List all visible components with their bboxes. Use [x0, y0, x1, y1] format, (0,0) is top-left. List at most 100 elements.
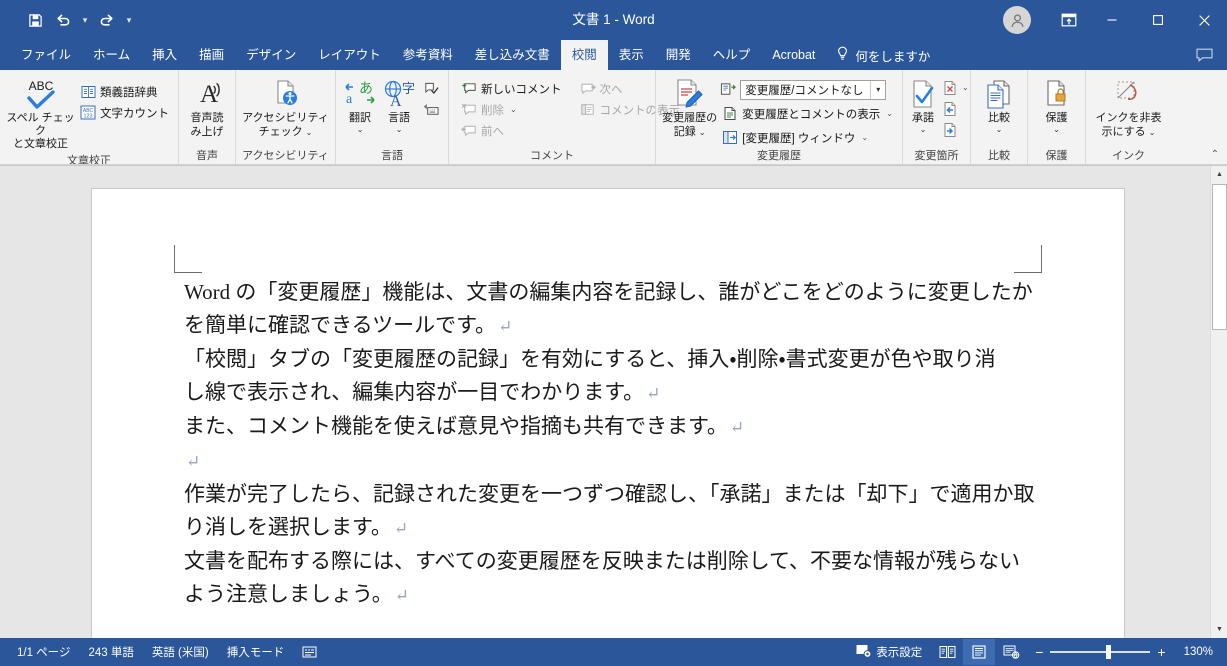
accept-button[interactable]: 承諾 ⌄ [908, 75, 938, 136]
next-change-icon [942, 122, 958, 138]
ribbon: ABC スペル チェック と文章校正 類義語辞典 ABC 123 文字カウント … [0, 70, 1227, 165]
chevron-down-icon[interactable]: ⌄ [962, 83, 969, 92]
scroll-up-icon[interactable]: ▲ [1211, 166, 1227, 183]
show-markup-button[interactable]: 変更履歴とコメントの表示 ⌄ [718, 103, 897, 124]
tab-review[interactable]: 校閲 [560, 40, 608, 70]
lightbulb-icon [836, 46, 849, 64]
account-avatar[interactable] [1003, 6, 1031, 34]
undo-dropdown-icon[interactable]: ▾ [78, 7, 92, 33]
comments-pane-icon[interactable] [1196, 40, 1213, 70]
hide-ink-button[interactable]: インクを非表 示にする ⌄ [1091, 75, 1166, 140]
ribbon-group-label-ink: インク [1112, 150, 1145, 162]
translate-button[interactable]: a あ 翻訳 ⌄ [341, 75, 379, 136]
word-count-button[interactable]: ABC 123 文字カウント [76, 102, 173, 123]
check-language-icon [423, 81, 439, 97]
check-accessibility-button[interactable]: アクセシビリティ チェック ⌄ [241, 75, 330, 140]
zoom-out-button[interactable]: − [1035, 645, 1043, 659]
zoom-slider[interactable]: − + [1027, 645, 1173, 659]
ribbon-group-label-language: 言語 [381, 150, 403, 162]
ribbon-group-accessibility: アクセシビリティ チェック ⌄ アクセシビリティ [235, 70, 335, 164]
zoom-level-label[interactable]: 130% [1174, 646, 1219, 658]
tab-mailings[interactable]: 差し込み文書 [464, 40, 561, 70]
collapse-ribbon-icon[interactable]: ⌃ [1207, 146, 1223, 162]
read-aloud-button[interactable]: A 音声読 み上げ [184, 75, 230, 140]
document-page[interactable]: Word の「変更履歴」機能は、文書の編集内容を記録し、誰がどこをどのように変更… [92, 189, 1124, 638]
tab-home[interactable]: ホーム [82, 40, 141, 70]
tab-help[interactable]: ヘルプ [702, 40, 762, 70]
track-changes-icon [673, 77, 707, 111]
tab-view[interactable]: 表示 [608, 40, 655, 70]
chevron-down-icon[interactable]: ▾ [870, 80, 885, 99]
read-mode-button[interactable] [931, 639, 963, 665]
ribbon-group-label-protect: 保護 [1045, 150, 1068, 162]
scroll-down-icon[interactable]: ▼ [1211, 621, 1227, 638]
tab-developer[interactable]: 開発 [655, 40, 702, 70]
next-change-button[interactable] [938, 119, 973, 140]
zoom-track[interactable] [1050, 645, 1151, 659]
read-aloud-label-line1: 音声読 [190, 112, 224, 124]
hide-ink-label-line1: インクを非表 [1095, 112, 1162, 124]
show-comments-icon [580, 102, 596, 118]
protect-label: 保護 [1045, 112, 1068, 124]
set-language-button[interactable] [419, 99, 443, 120]
close-button[interactable] [1181, 0, 1227, 40]
tab-acrobat[interactable]: Acrobat [761, 40, 826, 70]
check-language-button[interactable] [419, 78, 443, 99]
tab-design[interactable]: デザイン [235, 40, 307, 70]
tab-file[interactable]: ファイル [10, 40, 82, 70]
thesaurus-label: 類義語辞典 [100, 86, 158, 99]
tell-me-box[interactable]: 何をしますか [826, 40, 940, 70]
ribbon-group-proofing: ABC スペル チェック と文章校正 類義語辞典 ABC 123 文字カウント … [0, 70, 178, 165]
spelling-and-grammar-button[interactable]: ABC スペル チェック と文章校正 [5, 75, 76, 153]
save-icon[interactable] [22, 7, 48, 33]
chevron-down-icon: ⌄ [1148, 127, 1156, 137]
proofing-status-icon[interactable] [293, 645, 326, 659]
track-changes-button[interactable]: 変更履歴の 記録 ⌄ [661, 75, 718, 140]
tab-layout[interactable]: レイアウト [307, 40, 392, 70]
vertical-scrollbar[interactable]: ▲ ▼ [1210, 166, 1227, 638]
maximize-button[interactable] [1135, 0, 1181, 40]
reject-button[interactable]: ⌄ [938, 77, 973, 98]
page-number-status[interactable]: 1/1 ページ [8, 644, 79, 660]
previous-comment-button[interactable]: 前へ [457, 120, 566, 141]
accessibility-check-icon [270, 77, 302, 111]
display-settings-button[interactable]: 表示設定 [847, 644, 931, 661]
customize-qat-icon[interactable]: ▾ [122, 7, 136, 33]
protect-button[interactable]: 保護 ⌄ [1033, 75, 1080, 136]
display-for-review-combo[interactable]: 変更履歴/コメントなし ▾ [740, 79, 887, 100]
document-line: 「校閲」タブの「変更履歴の記録」を有効にすると、挿入・削除・書式変更が色や取り消 [184, 347, 996, 371]
previous-change-button[interactable] [938, 98, 973, 119]
ribbon-display-options-icon[interactable] [1049, 0, 1089, 40]
tab-references[interactable]: 参考資料 [392, 40, 464, 70]
accept-icon [909, 77, 937, 111]
language-button[interactable]: A 字 言語 ⌄ [379, 75, 419, 136]
compare-button[interactable]: 比較 ⌄ [976, 75, 1022, 136]
tell-me-label: 何をしますか [855, 49, 931, 64]
thesaurus-button[interactable]: 類義語辞典 [76, 81, 173, 102]
document-line: また、コメント機能を使えば意見や指摘も共有できます。 ↵ [184, 414, 745, 438]
minimize-button[interactable] [1089, 0, 1135, 40]
print-layout-button[interactable] [963, 639, 996, 665]
new-comment-button[interactable]: 新しいコメント [457, 78, 566, 99]
hide-ink-label-line2: 示にする ⌄ [1101, 125, 1156, 138]
reviewing-pane-button[interactable]: [変更履歴] ウィンドウ ⌄ [718, 127, 897, 148]
web-layout-button[interactable] [995, 639, 1027, 665]
undo-icon[interactable] [50, 7, 76, 33]
document-text[interactable]: Word の「変更履歴」機能は、文書の編集内容を記録し、誰がどこをどのように変更… [184, 276, 1042, 612]
redo-icon[interactable] [94, 7, 120, 33]
zoom-in-button[interactable]: + [1157, 645, 1165, 659]
delete-comment-button[interactable]: 削除 ⌄ [457, 99, 566, 120]
insert-mode-status[interactable]: 挿入モード [218, 644, 294, 660]
new-comment-icon [461, 81, 477, 97]
document-area: Word の「変更履歴」機能は、文書の編集内容を記録し、誰がどこをどのように変更… [0, 165, 1227, 638]
chevron-down-icon: ⌄ [356, 124, 364, 134]
word-count-status[interactable]: 243 単語 [79, 644, 142, 660]
tab-draw[interactable]: 描画 [188, 40, 235, 70]
scrollbar-thumb[interactable] [1212, 184, 1227, 330]
display-for-review-value: 変更履歴/コメントなし [745, 84, 864, 97]
paragraph-mark-icon: ↵ [498, 317, 513, 336]
paragraph-mark-icon: ↵ [394, 586, 409, 605]
zoom-thumb[interactable] [1106, 645, 1112, 659]
tab-insert[interactable]: 挿入 [141, 40, 188, 70]
language-status[interactable]: 英語 (米国) [143, 644, 218, 660]
